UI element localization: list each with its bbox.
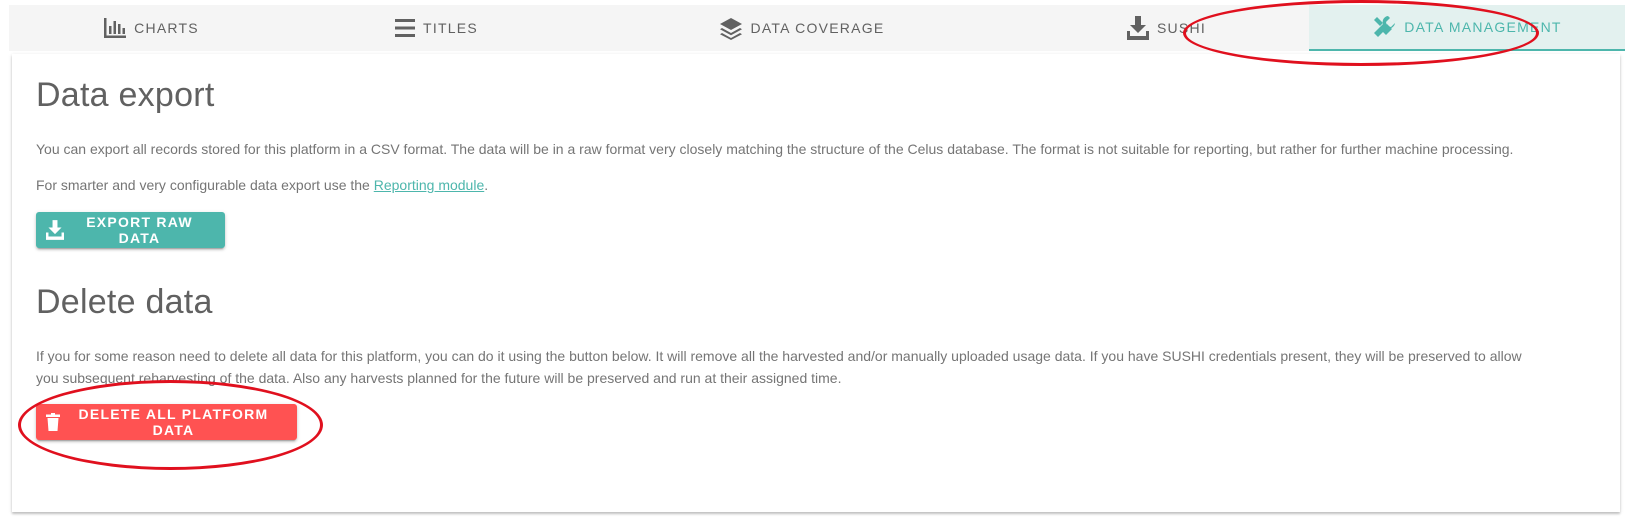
delete-data-description: If you for some reason need to delete al… [36, 348, 1522, 386]
tools-icon [1372, 15, 1396, 39]
tab-data-coverage[interactable]: Data coverage [579, 5, 1024, 51]
download-icon [1126, 16, 1149, 40]
data-export-description: You can export all records stored for th… [36, 141, 1514, 157]
delete-all-platform-data-button[interactable]: Delete all platform data [36, 404, 297, 440]
tab-data-management[interactable]: Data management [1309, 5, 1625, 51]
export-raw-data-label: Export raw data [86, 214, 193, 246]
tab-titles-label: Titles [423, 20, 478, 36]
smart-export-note: For smarter and very configurable data e… [36, 174, 488, 196]
tab-data-management-label: Data management [1404, 19, 1562, 35]
delete-data-heading: Delete data [36, 283, 213, 321]
reporting-module-link[interactable]: Reporting module [374, 177, 485, 193]
list-icon [395, 19, 416, 37]
data-management-card: Data export You can export all records s… [12, 54, 1620, 512]
smart-export-prefix: For smarter and very configurable data e… [36, 177, 374, 193]
tab-charts-label: Charts [134, 20, 199, 36]
bar-chart-icon [104, 18, 127, 38]
tab-data-coverage-label: Data coverage [750, 20, 885, 36]
tab-bar: Charts Titles Data coverage Sushi Data m… [9, 5, 1625, 51]
layers-icon [719, 16, 743, 40]
delete-all-platform-data-label: Delete all platform data [78, 406, 269, 438]
trash-icon [46, 413, 60, 431]
smart-export-suffix: . [484, 177, 489, 193]
tab-sushi[interactable]: Sushi [1024, 5, 1309, 51]
data-export-heading: Data export [36, 76, 215, 114]
tab-charts[interactable]: Charts [9, 5, 294, 51]
tab-sushi-label: Sushi [1156, 20, 1207, 36]
tab-titles[interactable]: Titles [294, 5, 579, 51]
export-raw-data-button[interactable]: Export raw data [36, 212, 225, 248]
download-icon [46, 220, 64, 240]
